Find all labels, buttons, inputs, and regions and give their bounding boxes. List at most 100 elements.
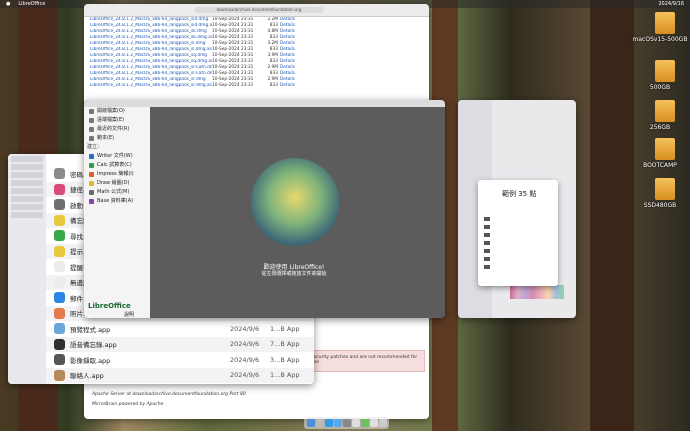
table-row[interactable]: 聯絡人.app 2024/9/6 1...B App: [46, 367, 314, 383]
drive-label: 256GB: [649, 124, 671, 131]
module-icon: [89, 154, 94, 159]
details-link[interactable]: Details: [280, 83, 295, 89]
app-date: 2024/9/6: [230, 355, 260, 364]
drive-icon[interactable]: [655, 138, 675, 160]
table-row[interactable]: 語音備忘錄.app 2024/9/6 7...B App: [46, 336, 314, 352]
app-icon: [54, 183, 65, 195]
app-name: 預覽程式.app: [70, 325, 111, 334]
module-icon: [89, 172, 94, 177]
clock[interactable]: 2024/9/16: [658, 1, 684, 7]
libreoffice-logo: LibreOffice: [88, 302, 131, 310]
libreoffice-start-center: 開啟檔案(O) 遠端檔案(E) 最近的文件(R) 範本(E) 建立： Writer 文…: [84, 100, 445, 318]
create-item-label: Calc 試算表(C): [97, 162, 132, 168]
app-icon: [54, 245, 65, 257]
create-item[interactable]: Calc 試算表(C): [84, 161, 150, 170]
address-bar[interactable]: downloadarchive.documentfoundation.org: [194, 7, 324, 13]
sidebar-item-label: 最近的文件(R): [97, 126, 130, 132]
app-date: 2024/9/6: [230, 324, 260, 333]
sidebar-item[interactable]: 最近的文件(R): [84, 125, 150, 134]
create-item[interactable]: Writer 文件(W): [84, 152, 150, 161]
sidebar-item-label: 開啟檔案(O): [97, 108, 125, 114]
app-icon[interactable]: [370, 419, 378, 427]
server-footer: Apache Server at downloadarchive.documen…: [92, 392, 246, 397]
app-icon: [54, 276, 65, 288]
help-button[interactable]: 說明: [124, 311, 134, 318]
file-date: 10-Sep-2024 23:31: [212, 83, 254, 88]
app-icon: [54, 199, 65, 210]
app-kind: 1...B App: [270, 324, 300, 333]
document-icon: [89, 109, 94, 114]
module-icon: [89, 199, 94, 204]
apple-icon[interactable]: ●: [6, 1, 10, 7]
dock: [304, 417, 389, 429]
app-icon: [54, 307, 65, 319]
app-icon: [54, 230, 65, 241]
app-icon: [54, 354, 65, 365]
create-item-label: Draw 繪圖(D): [97, 180, 130, 186]
create-item[interactable]: Math 公式(M): [84, 188, 150, 197]
app-date: 2024/9/6: [230, 340, 260, 348]
sidebar-item[interactable]: 開啟檔案(O): [84, 107, 150, 116]
file-size: 833: [269, 83, 278, 88]
drive-label: SSD480GB: [643, 202, 677, 209]
app-icon: [54, 323, 65, 334]
create-item-label: Base 資料庫(A): [97, 198, 134, 204]
app-name: 聯絡人.app: [70, 372, 104, 380]
mail-icon[interactable]: [334, 419, 342, 427]
app-icon: [54, 338, 65, 350]
settings-icon[interactable]: [343, 419, 351, 427]
file-link[interactable]: LibreOffice_24.8.1.2_MacOS_x86-64_langpa…: [90, 83, 212, 89]
app-kind: 7...B App: [270, 340, 300, 348]
app-kind: 3...B App: [270, 355, 300, 364]
drive-label: 500GB: [649, 84, 671, 91]
mirrorbrain-footer: MirrorBrain powered by Apache: [92, 402, 164, 407]
create-item[interactable]: Draw 繪圖(D): [84, 179, 150, 188]
start-center-sidebar: 開啟檔案(O) 遠端檔案(E) 最近的文件(R) 範本(E) 建立： Writer 文…: [84, 107, 151, 318]
sidebar-item-label: 範本(E): [97, 135, 115, 141]
table-row[interactable]: 預覽程式.app 2024/9/6 1...B App: [46, 321, 314, 336]
title-bar: [84, 100, 445, 107]
dialog-title: 範例 35 點: [502, 190, 537, 198]
welcome-subtitle: 從左側選擇或拖放文件來開始: [261, 271, 327, 277]
sidebar-item-label: 遠端檔案(E): [97, 117, 125, 123]
sidebar-item[interactable]: 範本(E): [84, 134, 150, 143]
safari-icon[interactable]: [325, 419, 333, 427]
app-icon[interactable]: [361, 419, 369, 427]
app-icon: [54, 168, 65, 179]
trash-icon[interactable]: [379, 419, 387, 427]
drive-icon[interactable]: [655, 60, 675, 82]
document-icon: [89, 136, 94, 141]
create-item-label: Writer 文件(W): [97, 153, 133, 159]
table-row[interactable]: 影像擷取.app 2024/9/6 3...B App: [46, 352, 314, 367]
tree-trunk: [590, 0, 634, 431]
document-icon: [89, 118, 94, 123]
finder-icon[interactable]: [307, 419, 315, 427]
welcome-illustration: [251, 158, 339, 246]
app-icon: [54, 292, 65, 303]
font-dialog: 範例 35 點: [478, 180, 558, 286]
drive-icon[interactable]: [655, 178, 675, 200]
app-icon: [54, 369, 65, 381]
sidebar-item[interactable]: 遠端檔案(E): [84, 116, 150, 125]
create-header: 建立：: [87, 144, 103, 150]
module-icon: [89, 181, 94, 186]
drive-icon[interactable]: [655, 12, 675, 34]
launchpad-icon[interactable]: [316, 419, 324, 427]
app-icon[interactable]: [352, 419, 360, 427]
color-palette: [510, 285, 564, 299]
file-listing: LibreOffice_24.8.1.2_MacOS_x86-64_langpa…: [84, 17, 429, 89]
app-name: 影像擷取.app: [70, 356, 111, 365]
drive-label: macOSv15-500GB: [632, 36, 688, 43]
module-icon: [89, 190, 94, 195]
document-icon: [89, 127, 94, 132]
file-row: LibreOffice_24.8.1.2_MacOS_x86-64_langpa…: [90, 83, 429, 89]
create-item[interactable]: Impress 簡報(I): [84, 170, 150, 179]
module-icon: [89, 163, 94, 168]
drive-icon[interactable]: [655, 100, 675, 122]
app-name: 語音備忘錄.app: [70, 341, 117, 349]
app-icon: [54, 261, 65, 272]
create-item-label: Math 公式(M): [97, 189, 130, 195]
active-app-name[interactable]: LibreOffice: [18, 1, 45, 7]
create-item[interactable]: Base 資料庫(A): [84, 197, 150, 206]
browser-toolbar: downloadarchive.documentfoundation.org: [84, 4, 429, 17]
